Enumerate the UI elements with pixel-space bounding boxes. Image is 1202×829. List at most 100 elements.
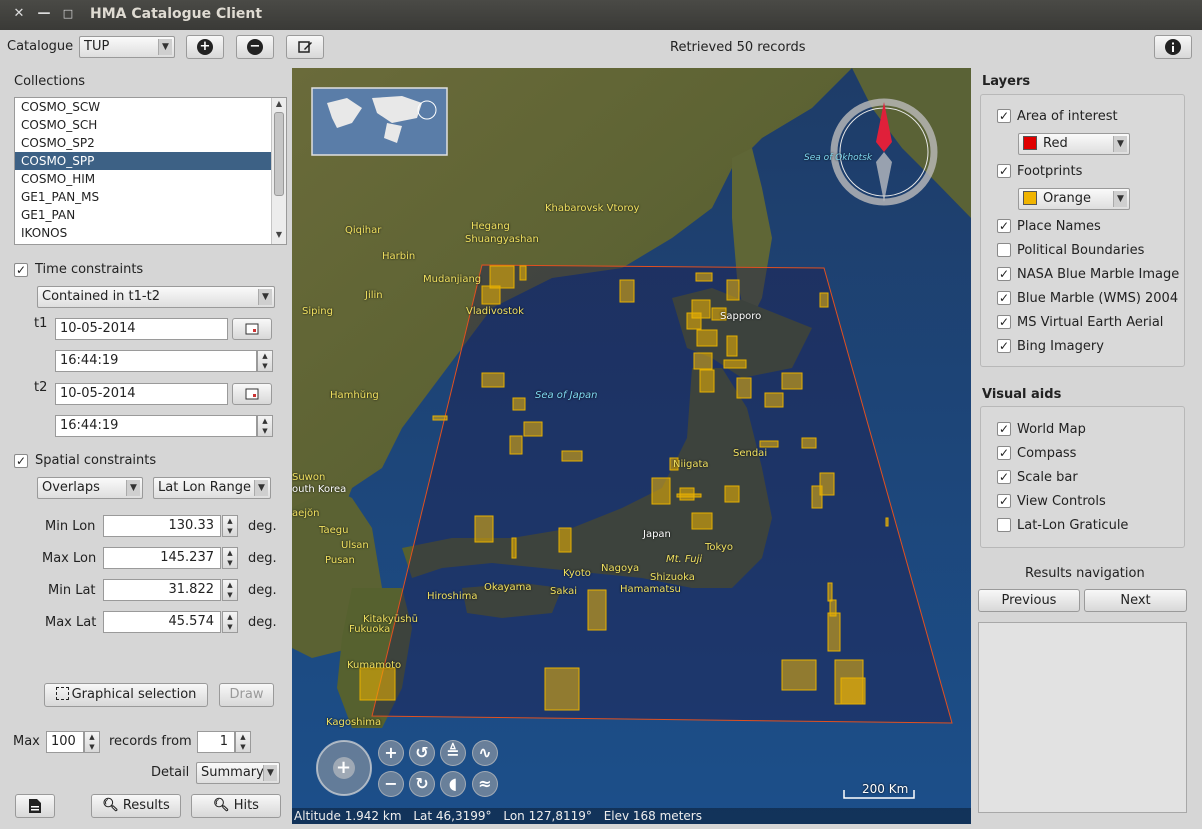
map-label-japan: Japan (643, 529, 671, 540)
world-map-checkbox[interactable]: ✓ (997, 422, 1011, 436)
records-from-field[interactable]: 1 (197, 731, 235, 753)
list-item[interactable]: GE1_PAN (15, 206, 271, 224)
tilt-up-button[interactable]: ≜ (440, 740, 466, 766)
calendar-icon (245, 323, 259, 335)
aoi-color-select[interactable]: Red ▼ (1018, 133, 1130, 155)
exaggeration-down-button[interactable]: ≈ (472, 771, 498, 797)
add-catalogue-button[interactable]: + (186, 35, 224, 59)
t2-date-field[interactable]: 10-05-2014 (55, 383, 228, 405)
t1-calendar-button[interactable] (232, 318, 272, 340)
min-lat-field[interactable]: 31.822 (103, 579, 221, 601)
title-bar: ✕ — □ HMA Catalogue Client (0, 0, 1202, 30)
zoom-in-button[interactable]: + (378, 740, 404, 766)
draw-button[interactable]: Draw (219, 683, 274, 707)
max-lat-spinner[interactable]: ▲ ▼ (222, 611, 238, 633)
t2-calendar-button[interactable] (232, 383, 272, 405)
max-records-field[interactable]: 100 (46, 731, 84, 753)
elev-readout: Elev 168 meters (603, 809, 702, 823)
min-lon-spinner[interactable]: ▲ ▼ (222, 515, 238, 537)
footprints-color-select[interactable]: Orange ▼ (1018, 188, 1130, 210)
map-label-taejon: aejŏn (292, 508, 320, 519)
bing-imagery-checkbox[interactable]: ✓ (997, 339, 1011, 353)
exaggeration-up-button[interactable]: ∿ (472, 740, 498, 766)
minus-icon: − (247, 39, 263, 55)
map-label-mudanjiang: Mudanjiang (423, 274, 482, 285)
time-mode-select[interactable]: Contained in t1-t2 ▼ (37, 286, 275, 308)
footprints-checkbox[interactable]: ✓ (997, 164, 1011, 178)
rotate-left-button[interactable]: ↺ (409, 740, 435, 766)
rotate-right-button[interactable]: ↻ (409, 771, 435, 797)
max-lon-spinner[interactable]: ▲ ▼ (222, 547, 238, 569)
map-label-ulsan: Ulsan (341, 540, 369, 551)
max-records-spinner[interactable]: ▲ ▼ (84, 731, 100, 753)
t2-time-field[interactable]: 16:44:19 (55, 415, 257, 437)
nasa-blue-marble-checkbox[interactable]: ✓ (997, 267, 1011, 281)
map-label-hiroshima: Hiroshima (427, 591, 478, 602)
detail-select[interactable]: Summary ▼ (196, 762, 280, 784)
ms-virtual-earth-checkbox[interactable]: ✓ (997, 315, 1011, 329)
map-label-sea-of-okhotsk: Sea of Okhotsk (804, 153, 873, 163)
list-item[interactable]: COSMO_SCW (15, 98, 271, 116)
compass-checkbox[interactable]: ✓ (997, 446, 1011, 460)
political-boundaries-checkbox[interactable] (997, 243, 1011, 257)
area-of-interest-checkbox[interactable]: ✓ (997, 109, 1011, 123)
results-button[interactable]: 🔍︎ Results (91, 794, 181, 818)
time-constraints-label: Time constraints (35, 262, 144, 277)
map-label-sea-of-japan: Sea of Japan (535, 390, 598, 401)
map-label-suwon: Suwon (292, 472, 326, 483)
records-from-spinner[interactable]: ▲ ▼ (235, 731, 251, 753)
chevron-down-icon: ▼ (1113, 191, 1127, 207)
minimize-window-button[interactable]: — (37, 7, 51, 21)
place-names-checkbox[interactable]: ✓ (997, 219, 1011, 233)
max-lon-field[interactable]: 145.237 (103, 547, 221, 569)
tilt-down-button[interactable]: ◖ (440, 771, 466, 797)
catalogue-select[interactable]: TUP ▼ (79, 36, 175, 58)
list-item[interactable]: GE1_PAN_MS (15, 188, 271, 206)
graticule-checkbox[interactable] (997, 518, 1011, 532)
scale-bar-checkbox[interactable]: ✓ (997, 470, 1011, 484)
t1-time-spinner[interactable]: ▲ ▼ (257, 350, 273, 372)
graphical-selection-button[interactable]: Graphical selection (44, 683, 208, 707)
map-label-nagoya: Nagoya (601, 563, 640, 574)
collections-list[interactable]: COSMO_SCW COSMO_SCH COSMO_SP2 COSMO_SPP … (14, 97, 287, 245)
edit-catalogue-button[interactable] (286, 35, 324, 59)
export-button[interactable] (15, 794, 55, 818)
min-lat-spinner[interactable]: ▲ ▼ (222, 579, 238, 601)
close-window-button[interactable]: ✕ (12, 7, 26, 21)
globe-map-view[interactable]: Qiqihar Harbin Hegang Shuangyashan Khaba… (292, 68, 971, 824)
list-item[interactable]: COSMO_SCH (15, 116, 271, 134)
zoom-out-button[interactable]: − (378, 771, 404, 797)
list-item[interactable]: COSMO_HIM (15, 170, 271, 188)
info-button[interactable] (1154, 35, 1192, 59)
spatial-operator-select[interactable]: Overlaps ▼ (37, 477, 143, 499)
min-lon-field[interactable]: 130.33 (103, 515, 221, 537)
spatial-mode-select[interactable]: Lat Lon Range ▼ (153, 477, 271, 499)
hits-button[interactable]: 🔍︎ Hits (191, 794, 281, 818)
results-navigation-title: Results navigation (1025, 566, 1145, 581)
list-item-selected[interactable]: COSMO_SPP (15, 152, 271, 170)
search-icon: 🔍︎ (102, 798, 119, 813)
maximize-window-button[interactable]: □ (61, 7, 75, 21)
view-controls-checkbox[interactable]: ✓ (997, 494, 1011, 508)
t2-time-spinner[interactable]: ▲ ▼ (257, 415, 273, 437)
list-item[interactable]: COSMO_SP2 (15, 134, 271, 152)
spatial-constraints-checkbox[interactable]: ✓ (14, 454, 28, 468)
scroll-up-icon[interactable]: ▲ (272, 99, 286, 111)
footprints-label: Footprints (1017, 164, 1083, 179)
t1-date-field[interactable]: 10-05-2014 (55, 318, 228, 340)
previous-button[interactable]: Previous (978, 589, 1080, 612)
altitude-readout: Altitude 1.942 km (294, 809, 402, 823)
time-constraints-checkbox[interactable]: ✓ (14, 263, 28, 277)
max-lat-field[interactable]: 45.574 (103, 611, 221, 633)
map-label-shuangyashan: Shuangyashan (465, 234, 539, 245)
remove-catalogue-button[interactable]: − (236, 35, 274, 59)
bing-imagery-label: Bing Imagery (1017, 339, 1104, 354)
ms-virtual-earth-label: MS Virtual Earth Aerial (1017, 315, 1164, 330)
blue-marble-wms-checkbox[interactable]: ✓ (997, 291, 1011, 305)
scrollbar-thumb[interactable] (274, 112, 284, 196)
t1-time-field[interactable]: 16:44:19 (55, 350, 257, 372)
list-item[interactable]: IKONOS (15, 224, 271, 242)
scroll-down-icon[interactable]: ▼ (272, 230, 286, 242)
collections-scrollbar[interactable]: ▲ ▼ (271, 98, 286, 244)
next-button[interactable]: Next (1084, 589, 1187, 612)
